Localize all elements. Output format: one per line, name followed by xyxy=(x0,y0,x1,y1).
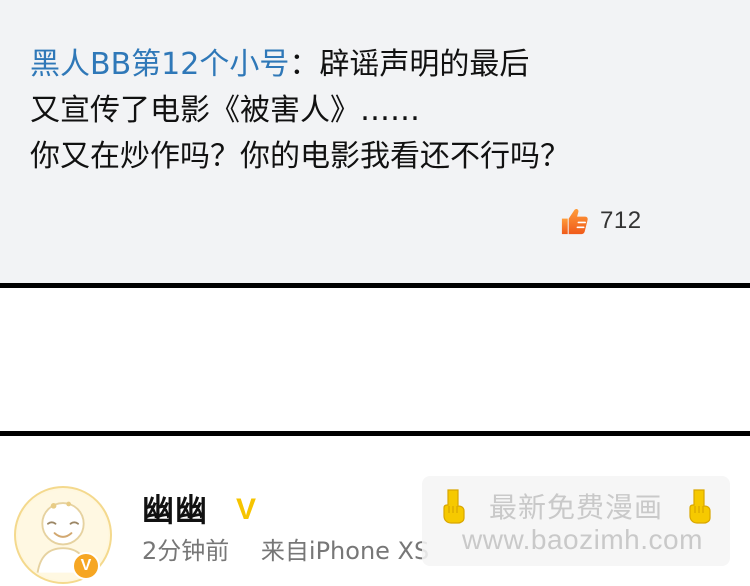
like-button[interactable]: 712 xyxy=(559,204,642,238)
verified-v-icon: V xyxy=(236,493,257,526)
comment-card: 黑人BB第12个小号：辟谣声明的最后 又宣传了电影《被害人》…… 你又在炒作吗？… xyxy=(0,0,750,288)
post-meta: 2分钟前 来自iPhone XS xyxy=(142,536,429,566)
verified-badge: V xyxy=(72,552,100,580)
comment-author-link[interactable]: 黑人BB第12个小号 xyxy=(30,47,289,82)
post-source: 来自iPhone XS xyxy=(260,537,430,565)
comment-separator: ： xyxy=(289,47,320,82)
blank-panel xyxy=(0,288,750,436)
pointing-down-hand-icon-right xyxy=(689,489,711,524)
comment-line-3: 你又在炒作吗？你的电影我看还不行吗？ xyxy=(30,139,570,174)
screenshot-page: 黑人BB第12个小号：辟谣声明的最后 又宣传了电影《被害人》…… 你又在炒作吗？… xyxy=(0,0,750,586)
username[interactable]: 幽幽 xyxy=(142,490,208,530)
watermark-header: 最新免费漫画 xyxy=(438,486,714,526)
watermark-title: 最新免费漫画 xyxy=(488,491,663,524)
comment-text: 黑人BB第12个小号：辟谣声明的最后 又宣传了电影《被害人》…… 你又在炒作吗？… xyxy=(30,42,730,180)
comment-line-1-text: 辟谣声明的最后 xyxy=(319,47,530,82)
thumbs-up-icon xyxy=(559,206,590,237)
comment-line-2: 又宣传了电影《被害人》…… xyxy=(30,93,420,128)
pointing-down-hand-icon-left xyxy=(443,489,465,524)
like-count: 712 xyxy=(600,207,642,234)
comment-line-1: 黑人BB第12个小号：辟谣声明的最后 xyxy=(30,42,730,88)
post-time: 2分钟前 xyxy=(142,537,230,565)
watermark-box: 最新免费漫画 www.baozimh.com xyxy=(422,476,730,566)
watermark-url: www.baozimh.com xyxy=(462,524,703,555)
